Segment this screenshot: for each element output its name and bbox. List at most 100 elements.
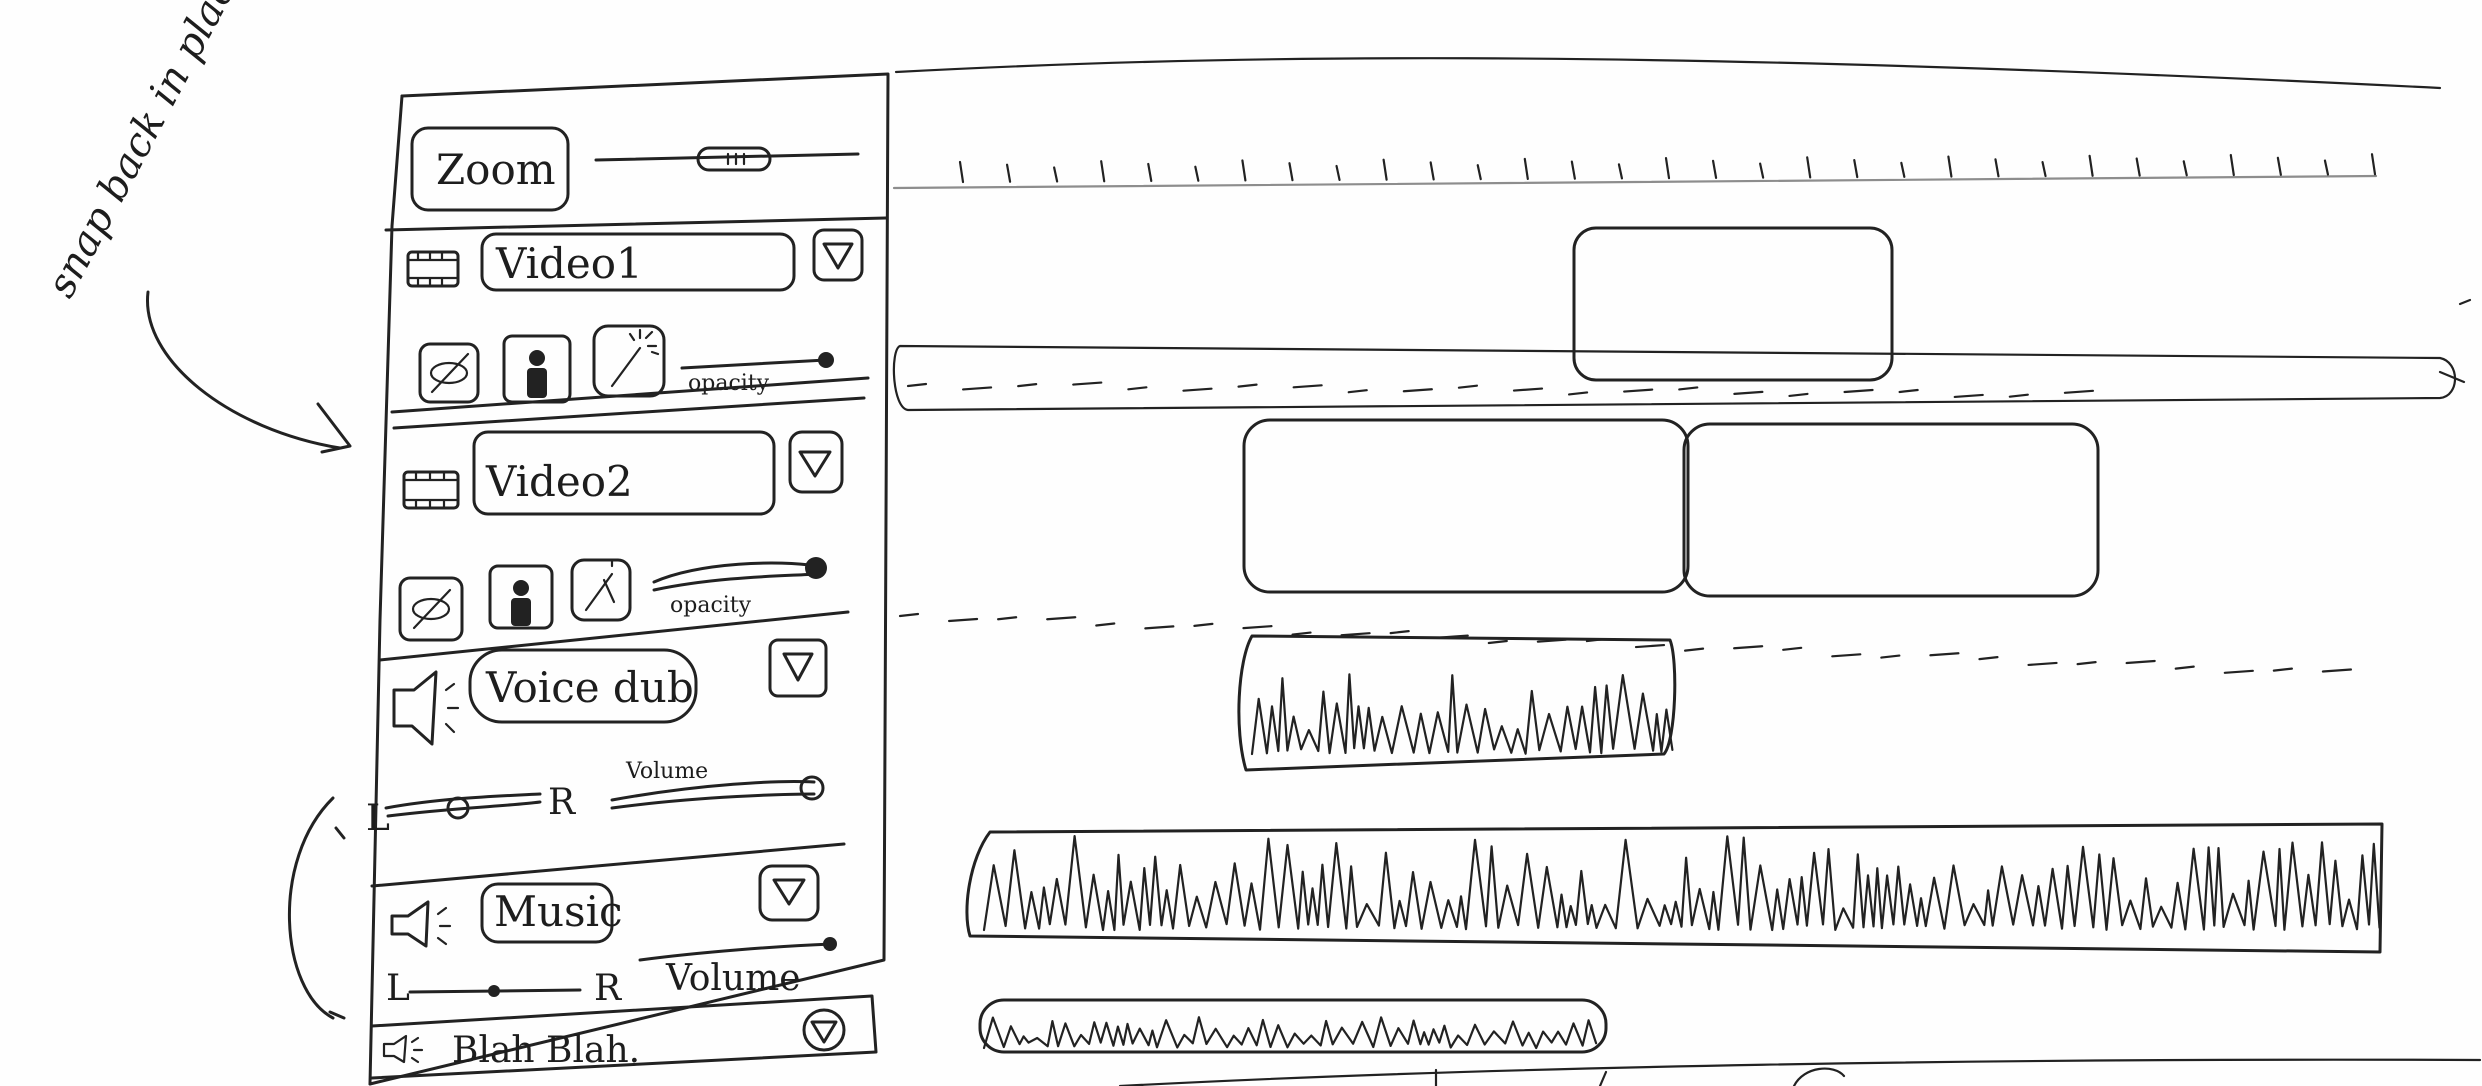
opacity-label: opacity [688, 371, 770, 396]
ruler-tick [1476, 164, 1482, 181]
ruler-tick [2276, 156, 2282, 176]
guide-dash [1953, 393, 1984, 399]
guide-dash [947, 617, 979, 623]
timeline-bottom-edge [1118, 1058, 2482, 1086]
dropdown-arrow-icon[interactable] [802, 1008, 846, 1052]
ruler-tick [2370, 153, 2377, 176]
ruler-tick [1994, 158, 2000, 178]
track-name-video1: Video1 [495, 239, 643, 288]
ruler-tick [1711, 159, 1718, 179]
person-mask-icon[interactable] [488, 564, 554, 630]
opacity-slider-thumb[interactable] [818, 352, 834, 368]
guide-dash [2174, 665, 2195, 670]
guide-dash [1623, 388, 1654, 393]
ruler-tick [1335, 164, 1341, 182]
guide-dash [2076, 661, 2097, 666]
visibility-toggle-icon[interactable] [398, 576, 464, 642]
ruler-tick [2041, 160, 2047, 178]
volume-slider[interactable]: Volume [610, 759, 825, 810]
guide-dash [1340, 632, 1371, 637]
guide-dash [2063, 389, 2095, 394]
timeline [892, 57, 2482, 1086]
zoom-button[interactable]: Zoom [410, 126, 570, 212]
snap-guide-dashes [906, 381, 2095, 399]
track-video1[interactable]: Video1 opacity [390, 228, 870, 430]
ruler-tick [1617, 163, 1624, 180]
guide-dash [1733, 390, 1764, 395]
guide-dash [1733, 645, 1764, 650]
guide-dash [997, 616, 1018, 621]
video-clip[interactable] [1572, 226, 1894, 382]
magic-wand-icon[interactable] [570, 558, 632, 622]
guide-dash [1402, 388, 1433, 393]
ruler-tick [2182, 160, 2188, 177]
ruler-tick [2229, 153, 2235, 177]
volume-slider-thumb[interactable] [799, 775, 825, 801]
pan-slider-thumb[interactable] [488, 985, 500, 997]
guide-dash [1843, 388, 1874, 394]
guide-dash [1291, 631, 1312, 636]
ruler-tick [1523, 157, 1529, 181]
guide-dash [1292, 384, 1323, 389]
track-voice-dub[interactable]: Voice dub L R Volume [366, 638, 846, 888]
guide-dash [1242, 625, 1273, 630]
speaker-icon [390, 900, 452, 948]
guide-dash [2125, 659, 2156, 665]
volume-slider[interactable]: Volume [638, 937, 837, 999]
waveform [1250, 673, 1674, 756]
annotation-arrow-shaft [146, 290, 342, 450]
guide-dash [1193, 622, 1214, 628]
dropdown-arrow-icon[interactable] [812, 228, 864, 282]
ruler-baseline [892, 174, 2378, 190]
guide-dash [1880, 654, 1901, 659]
pan-left-label: L [386, 968, 410, 1009]
guide-dash [1347, 389, 1368, 394]
audio-clip-voice-dub[interactable] [1237, 634, 1677, 772]
audio-clip-blah-blah[interactable] [978, 998, 1608, 1054]
film-icon [402, 470, 460, 510]
pan-slider[interactable]: L R [366, 782, 576, 839]
dropdown-arrow-icon[interactable] [788, 430, 844, 494]
guide-dash [1782, 646, 1803, 651]
track-video2[interactable]: Video2 opacity [378, 430, 850, 662]
audio-clip-music[interactable] [965, 822, 2384, 954]
waveform [982, 835, 2381, 932]
dropdown-arrow-icon[interactable] [768, 638, 828, 698]
ruler-tick [1429, 161, 1435, 181]
ruler-tick [1382, 158, 1388, 181]
guide-dash [1831, 653, 1862, 658]
video-clip[interactable] [1682, 422, 2100, 598]
panel-frame-left [368, 94, 404, 1086]
guide-dash [2027, 661, 2058, 667]
ruler-tick [1947, 155, 1953, 178]
guide-dash [1072, 381, 1103, 386]
guide-dash [1095, 622, 1116, 627]
guide-dash [1678, 386, 1699, 391]
track-music[interactable]: Music L R Volume [386, 864, 837, 1009]
opacity-slider[interactable]: opacity [652, 557, 827, 618]
volume-slider-thumb[interactable] [823, 937, 837, 951]
guide-dash [906, 382, 928, 388]
pan-right-label: R [548, 782, 576, 823]
film-icon [406, 250, 460, 288]
dropdown-arrow-icon[interactable] [758, 864, 820, 922]
pan-slider[interactable]: L R [386, 968, 622, 1009]
person-mask-icon[interactable] [502, 334, 572, 404]
guide-dash [898, 612, 920, 618]
ruler-tick [1806, 156, 1812, 179]
opacity-slider-thumb[interactable] [805, 557, 827, 579]
ruler-tick [1194, 165, 1200, 182]
magic-wand-icon[interactable] [592, 324, 666, 398]
ruler-tick [2323, 159, 2330, 176]
ruler-tick [1570, 160, 1576, 180]
zoom-slider-thumb[interactable] [696, 146, 772, 172]
video-clip[interactable] [1242, 418, 1690, 594]
ruler-tick [1100, 160, 1106, 183]
annotation-note: snap back in place [38, 0, 256, 305]
visibility-toggle-icon[interactable] [418, 342, 480, 404]
guide-dash [1512, 387, 1544, 392]
ruler-tick [1900, 161, 1906, 178]
zoom-slider[interactable] [594, 146, 860, 172]
track-name-blah-blah: Blah Blah. [452, 1030, 640, 1071]
ruler-tick [958, 160, 965, 184]
